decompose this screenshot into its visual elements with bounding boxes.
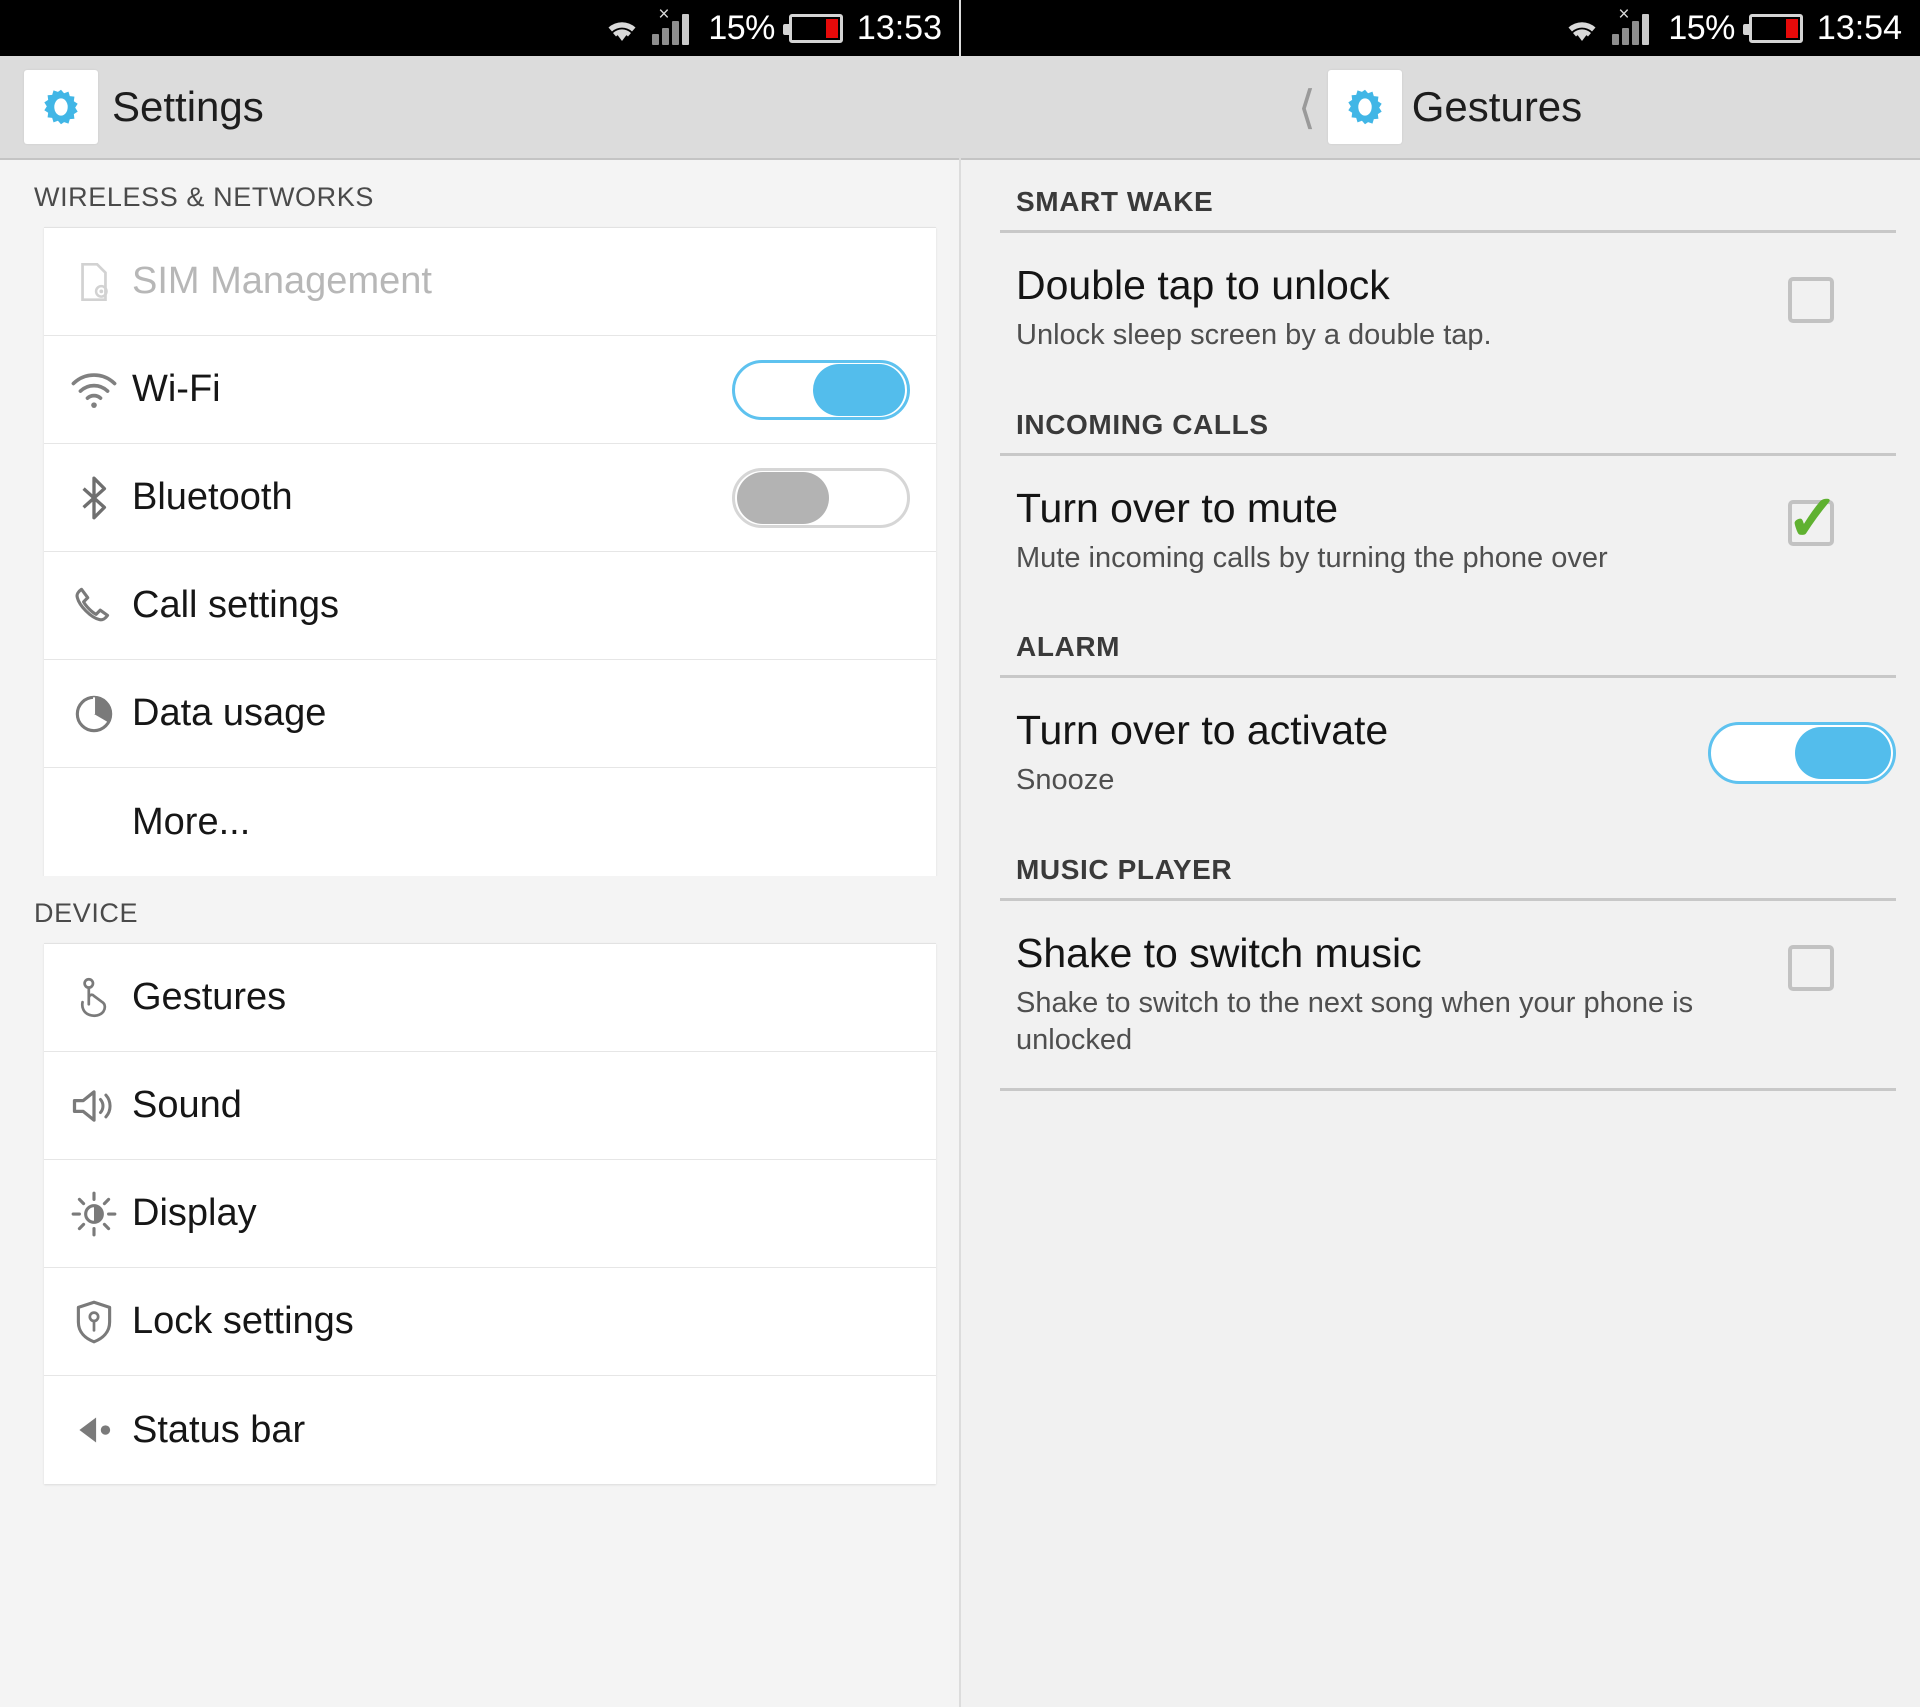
turn-over-to-activate-toggle[interactable] — [1708, 722, 1896, 785]
clock-left: 13:53 — [856, 8, 942, 47]
settings-row-more[interactable]: More... — [44, 768, 936, 876]
wifi-icon — [56, 360, 132, 420]
gesture-title: Shake to switch music — [1016, 929, 1422, 976]
phone-handset-icon — [56, 576, 132, 636]
bluetooth-toggle[interactable] — [732, 467, 910, 528]
section-header-device: DEVICE — [0, 876, 960, 943]
status-icons-right: × — [1562, 5, 1654, 45]
gear-icon[interactable] — [1327, 70, 1402, 144]
signal-bars-icon: × — [652, 5, 694, 45]
settings-row-display[interactable]: Display — [44, 1160, 936, 1268]
gesture-control: ✓ — [1726, 486, 1896, 550]
wifi-icon — [1562, 15, 1602, 45]
check-mark-icon: ✓ — [1786, 481, 1840, 554]
clock-right: 13:54 — [1816, 8, 1902, 47]
battery-low-icon — [1742, 13, 1803, 43]
battery-percent-right: 15% — [1668, 8, 1735, 47]
action-bar-gestures: ⟨ Gestures — [960, 56, 1920, 160]
gesture-title: Turn over to mute — [1016, 484, 1339, 531]
group-header-smart-wake: SMART WAKE — [1016, 186, 1214, 217]
gesture-row-texts: Turn over to activate Snooze — [1016, 707, 1708, 800]
turn-over-to-mute-checkbox[interactable]: ✓ — [1786, 486, 1840, 550]
settings-row-gestures[interactable]: Gestures — [44, 944, 936, 1052]
group-header-music-player: MUSIC PLAYER — [1016, 853, 1233, 885]
settings-row-bluetooth[interactable]: Bluetooth — [44, 444, 936, 552]
sim-card-icon — [56, 252, 132, 312]
settings-row-status-bar[interactable]: Status bar — [44, 1376, 936, 1484]
page-title-settings: Settings — [112, 83, 264, 130]
settings-row-label: Sound — [132, 1084, 242, 1126]
gesture-title: Double tap to unlock — [1016, 262, 1390, 308]
gesture-control — [1708, 708, 1896, 785]
battery-low-icon — [782, 13, 843, 43]
group-header-alarm: ALARM — [1016, 631, 1121, 663]
settings-row-wifi[interactable]: Wi-Fi — [44, 336, 936, 444]
bluetooth-icon — [56, 468, 132, 528]
divider — [1000, 1088, 1896, 1092]
gesture-row-double-tap-to-unlock[interactable]: Double tap to unlock Unlock sleep screen… — [960, 233, 1920, 383]
settings-row-label: Call settings — [132, 584, 339, 626]
settings-row-label: Bluetooth — [132, 476, 293, 518]
gesture-title: Turn over to activate — [1016, 707, 1389, 754]
status-bar-left: × 15% 13:53 — [0, 0, 960, 56]
section-header-wireless: WIRELESS & NETWORKS — [0, 160, 960, 227]
card-wireless-networks: SIM Management Wi-Fi Bluetooth Call sett… — [44, 227, 936, 876]
gesture-row-texts: Shake to switch music Shake to switch to… — [1016, 929, 1726, 1060]
data-usage-pie-icon — [56, 684, 132, 744]
card-device: Gestures Sound Display Lock settings Sta… — [44, 943, 936, 1484]
gesture-row-shake-to-switch-music[interactable]: Shake to switch music Shake to switch to… — [960, 901, 1920, 1088]
gesture-row-texts: Turn over to mute Mute incoming calls by… — [1016, 484, 1726, 578]
status-bar-icon — [56, 1400, 132, 1460]
gesture-row-turn-over-to-activate[interactable]: Turn over to activate Snooze — [960, 678, 1920, 828]
speaker-icon — [56, 1076, 132, 1136]
settings-row-label: Gestures — [132, 976, 287, 1018]
shake-to-switch-checkbox[interactable] — [1788, 944, 1834, 991]
settings-row-label: Data usage — [132, 692, 327, 734]
shield-key-icon — [56, 1292, 132, 1352]
double-tap-checkbox[interactable] — [1788, 277, 1834, 323]
settings-row-label: Display — [132, 1192, 257, 1234]
settings-row-data-usage[interactable]: Data usage — [44, 660, 936, 768]
settings-row-label: More... — [132, 800, 251, 843]
gesture-subtitle: Unlock sleep screen by a double tap. — [1016, 318, 1492, 351]
settings-row-label: Status bar — [132, 1408, 306, 1451]
settings-row-sim-management[interactable]: SIM Management — [44, 228, 936, 336]
wifi-toggle[interactable] — [732, 359, 910, 420]
hand-tap-icon — [56, 968, 132, 1028]
settings-row-label: Wi-Fi — [132, 368, 221, 410]
gesture-row-texts: Double tap to unlock Unlock sleep screen… — [1016, 262, 1726, 355]
gesture-subtitle: Shake to switch to the next song when yo… — [1016, 986, 1694, 1057]
group-header-incoming-calls: INCOMING CALLS — [1016, 408, 1269, 440]
settings-pane: × 15% 13:53 Settings WIRELESS & NETWORKS… — [0, 0, 960, 1707]
settings-row-label: Lock settings — [132, 1300, 354, 1342]
settings-row-label: SIM Management — [132, 260, 432, 302]
wifi-icon — [602, 15, 642, 45]
gestures-pane: × 15% 13:54 ⟨ Gestures SMART WAKE Double… — [960, 0, 1920, 1707]
signal-bars-icon: × — [1612, 5, 1654, 45]
settings-row-lock-settings[interactable]: Lock settings — [44, 1268, 936, 1376]
battery-percent-left: 15% — [708, 8, 775, 47]
brightness-sun-icon — [56, 1184, 132, 1244]
dual-screenshot-root: × 15% 13:53 Settings WIRELESS & NETWORKS… — [0, 0, 1920, 1707]
page-title-gestures: Gestures — [1411, 83, 1583, 130]
settings-row-sound[interactable]: Sound — [44, 1052, 936, 1160]
action-bar-settings: Settings — [0, 56, 960, 160]
signal-x-mark: × — [1618, 4, 1630, 25]
status-bar-right: × 15% 13:54 — [960, 0, 1920, 56]
pane-divider — [959, 0, 961, 1707]
settings-row-call-settings[interactable]: Call settings — [44, 552, 936, 660]
gestures-list: SMART WAKE Double tap to unlock Unlock s… — [960, 160, 1920, 1092]
gesture-control — [1726, 931, 1896, 991]
gear-icon[interactable] — [24, 70, 98, 144]
back-chevron-icon[interactable]: ⟨ — [1298, 84, 1316, 130]
status-icons-left: × — [602, 5, 694, 45]
gesture-subtitle: Snooze — [1016, 764, 1115, 797]
signal-x-mark: × — [658, 4, 670, 25]
gesture-row-turn-over-to-mute[interactable]: Turn over to mute Mute incoming calls by… — [960, 456, 1920, 606]
gesture-subtitle: Mute incoming calls by turning the phone… — [1016, 541, 1608, 574]
gesture-control — [1726, 263, 1896, 323]
